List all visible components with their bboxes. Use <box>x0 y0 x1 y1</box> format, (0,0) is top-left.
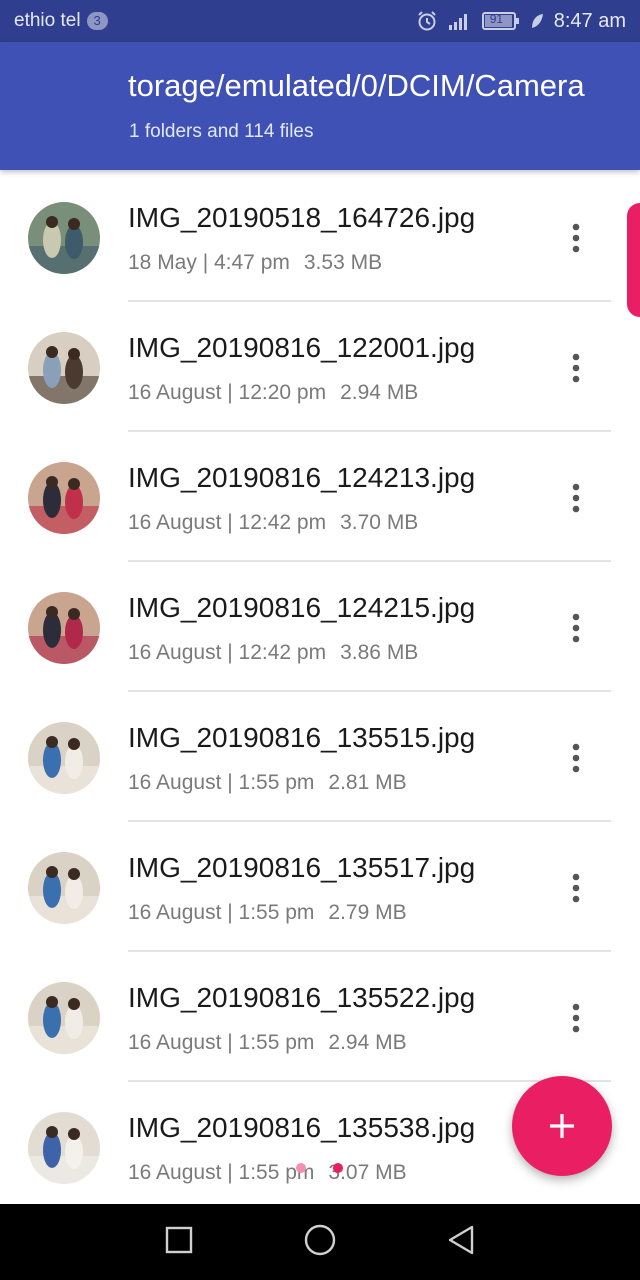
file-date: 16 August | 12:42 pm <box>128 641 327 664</box>
photo-thumbnail <box>28 852 100 924</box>
file-meta: 16 August | 1:55 pm 2.94 MB <box>128 1031 407 1055</box>
file-size: 2.94 MB <box>340 381 419 404</box>
battery-level: 91 <box>489 12 504 26</box>
battery-icon: 91 <box>481 11 520 31</box>
file-meta: 16 August | 1:55 pm 2.81 MB <box>128 771 407 795</box>
recents-icon[interactable] <box>164 1225 194 1260</box>
more-options-button[interactable] <box>560 218 592 258</box>
alarm-icon <box>416 10 438 32</box>
file-name: IMG_20190816_135515.jpg <box>128 722 476 753</box>
file-meta: 16 August | 12:20 pm 2.94 MB <box>128 381 418 405</box>
back-icon[interactable] <box>446 1224 476 1261</box>
carrier-info: ethio tel 3 <box>14 10 108 32</box>
file-name: IMG_20190816_124215.jpg <box>128 592 476 623</box>
list-item[interactable]: IMG_20190518_164726.jpg 18 May | 4:47 pm… <box>0 172 640 302</box>
file-name: IMG_20190816_124213.jpg <box>128 462 476 493</box>
notification-count-badge: 3 <box>86 12 108 30</box>
file-size: 3.53 MB <box>303 251 383 274</box>
list-item[interactable]: IMG_20190816_135522.jpg 16 August | 1:55… <box>0 952 640 1082</box>
file-date: 16 August | 12:42 pm <box>128 511 327 534</box>
touch-indicator-dot <box>296 1163 306 1173</box>
system-nav-bar <box>0 1204 640 1280</box>
app-bar: torage/emulated/0/DCIM/Camera 1 folders … <box>0 42 640 170</box>
file-date: 16 August | 1:55 pm <box>128 771 315 794</box>
carrier-name: ethio tel <box>14 10 81 31</box>
list-item[interactable]: IMG_20190816_135517.jpg 16 August | 1:55… <box>0 822 640 952</box>
file-size: 2.79 MB <box>328 901 407 924</box>
more-vert-icon <box>572 483 580 513</box>
file-name: IMG_20190518_164726.jpg <box>128 202 476 233</box>
more-vert-icon <box>572 613 580 643</box>
list-item[interactable]: IMG_20190816_135515.jpg 16 August | 1:55… <box>0 692 640 822</box>
home-icon[interactable] <box>303 1223 337 1262</box>
list-item[interactable]: IMG_20190816_124213.jpg 16 August | 12:4… <box>0 432 640 562</box>
photo-thumbnail <box>28 202 100 274</box>
file-name: IMG_20190816_135522.jpg <box>128 982 476 1013</box>
more-options-button[interactable] <box>560 478 592 518</box>
more-vert-icon <box>572 223 580 253</box>
touch-indicator-dot <box>333 1163 343 1173</box>
photo-thumbnail <box>28 982 100 1054</box>
status-bar: ethio tel 3 91 8:47 am <box>0 0 640 42</box>
leaf-icon <box>530 12 544 30</box>
file-date: 16 August | 1:55 pm <box>128 1161 315 1184</box>
file-name: IMG_20190816_135517.jpg <box>128 852 476 883</box>
plus-icon <box>550 1114 574 1138</box>
photo-thumbnail <box>28 1112 100 1184</box>
file-meta: 18 May | 4:47 pm 3.53 MB <box>128 251 382 275</box>
file-date: 18 May | 4:47 pm <box>128 251 290 274</box>
more-options-button[interactable] <box>560 738 592 778</box>
file-meta: 16 August | 1:55 pm 3.07 MB <box>128 1161 407 1185</box>
file-name: IMG_20190816_122001.jpg <box>128 332 476 363</box>
photo-thumbnail <box>28 722 100 794</box>
file-meta: 16 August | 12:42 pm 3.86 MB <box>128 641 418 665</box>
file-size: 3.70 MB <box>340 511 419 534</box>
photo-thumbnail <box>28 462 100 534</box>
list-item[interactable]: IMG_20190816_122001.jpg 16 August | 12:2… <box>0 302 640 432</box>
photo-thumbnail <box>28 592 100 664</box>
file-date: 16 August | 1:55 pm <box>128 901 315 924</box>
clock: 8:47 am <box>553 9 626 32</box>
photo-thumbnail <box>28 332 100 404</box>
file-name: IMG_20190816_135538.jpg <box>128 1112 476 1143</box>
list-item[interactable]: IMG_20190816_124215.jpg 16 August | 12:4… <box>0 562 640 692</box>
more-vert-icon <box>572 873 580 903</box>
file-date: 16 August | 1:55 pm <box>128 1031 315 1054</box>
file-size: 3.86 MB <box>340 641 419 664</box>
more-options-button[interactable] <box>560 868 592 908</box>
more-options-button[interactable] <box>560 348 592 388</box>
file-size: 2.81 MB <box>328 771 407 794</box>
more-vert-icon <box>572 1003 580 1033</box>
more-vert-icon <box>572 743 580 773</box>
more-options-button[interactable] <box>560 608 592 648</box>
add-fab-button[interactable] <box>512 1076 612 1176</box>
fast-scroll-handle[interactable] <box>627 203 640 317</box>
status-icons: 91 8:47 am <box>416 10 626 33</box>
folder-path-title: torage/emulated/0/DCIM/Camera <box>128 68 585 103</box>
file-meta: 16 August | 1:55 pm 2.79 MB <box>128 901 407 925</box>
signal-icon <box>448 11 472 31</box>
file-meta: 16 August | 12:42 pm 3.70 MB <box>128 511 418 535</box>
file-list[interactable]: IMG_20190518_164726.jpg 18 May | 4:47 pm… <box>0 172 640 1204</box>
file-size: 2.94 MB <box>328 1031 407 1054</box>
more-vert-icon <box>572 353 580 383</box>
file-date: 16 August | 12:20 pm <box>128 381 327 404</box>
folder-summary: 1 folders and 114 files <box>129 121 314 142</box>
more-options-button[interactable] <box>560 998 592 1038</box>
